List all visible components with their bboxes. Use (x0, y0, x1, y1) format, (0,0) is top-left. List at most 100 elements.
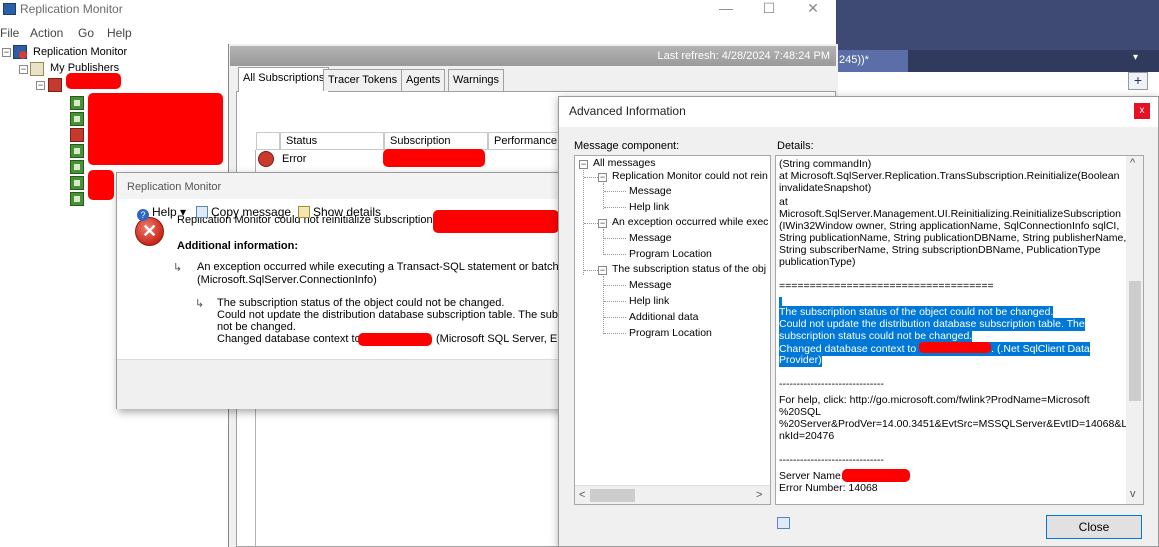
redacted-server-name (842, 469, 910, 482)
publication-icon (70, 160, 84, 174)
collapse-icon[interactable]: − (2, 48, 11, 57)
tree-item-help-link[interactable]: Help link (629, 201, 669, 213)
inner-error-line-3: not be changed. (217, 321, 296, 333)
menu-file[interactable]: File (0, 26, 19, 40)
tab-agents[interactable]: Agents (401, 69, 446, 91)
background-editor-titlebar (836, 0, 1159, 50)
redacted-subscription-name (383, 149, 485, 167)
details-line: invalidateSnapshot) (779, 182, 872, 194)
tab-warnings[interactable]: Warnings (448, 69, 505, 91)
menu-bar: File Action Go Help (0, 24, 836, 42)
chevron-down-icon[interactable]: ▾ (1133, 52, 1138, 63)
help-button[interactable]: ? Help ▾ (137, 205, 186, 221)
menu-action[interactable]: Action (30, 26, 63, 40)
tree-item-help-link[interactable]: Help link (629, 295, 669, 307)
selected-details-line: Provider) (779, 354, 822, 367)
changed-context-suffix: . (.Net SqlClient Data (991, 343, 1090, 355)
collapse-icon[interactable]: − (598, 219, 607, 228)
column-status[interactable]: Status (280, 132, 384, 150)
tree-item-message[interactable]: Message (629, 232, 672, 244)
tab-tracer-tokens[interactable]: Tracer Tokens (323, 69, 403, 91)
collapse-icon[interactable]: − (598, 266, 607, 275)
title-bar (0, 0, 836, 22)
menu-go[interactable]: Go (78, 26, 94, 40)
tree-item-message[interactable]: Message (629, 279, 672, 291)
scroll-left-icon[interactable]: < (579, 489, 585, 501)
details-label: Details: (777, 140, 814, 152)
background-editor-tab[interactable]: 245))* (836, 50, 908, 72)
details-icon (298, 206, 310, 218)
close-button[interactable]: Close (1046, 515, 1142, 539)
scroll-right-icon[interactable]: > (756, 489, 762, 501)
copy-icon[interactable] (777, 517, 790, 529)
tree-item-program-location[interactable]: Program Location (629, 327, 712, 339)
minimize-button[interactable]: — (716, 0, 736, 16)
grid-header-icon-col[interactable] (256, 132, 280, 150)
chevron-down-icon: ▾ (180, 205, 187, 219)
details-line: For help, click: http://go.microsoft.com… (779, 394, 1090, 406)
publication-icon (70, 144, 84, 158)
menu-help[interactable]: Help (107, 26, 132, 40)
collapse-icon[interactable]: − (19, 65, 28, 74)
publishers-folder-icon (30, 62, 44, 76)
tree-item-subscription-status[interactable]: The subscription status of the obj (612, 263, 766, 275)
tree-item-additional-data[interactable]: Additional data (629, 311, 698, 323)
tree-item-message[interactable]: Message (629, 185, 672, 197)
row-status[interactable]: Error (282, 153, 306, 165)
details-separator: ------------------------------ (779, 378, 884, 390)
publication-icon (70, 176, 84, 190)
split-plus-icon[interactable]: + (1128, 72, 1148, 90)
publication-icon (70, 192, 84, 206)
advanced-dialog-title: Advanced Information (569, 104, 686, 118)
advanced-information-dialog: Advanced Information x Message component… (558, 96, 1159, 547)
publication-icon (70, 96, 84, 110)
details-textbox[interactable]: (String commandIn) at Microsoft.SqlServe… (775, 155, 1144, 505)
close-icon[interactable]: x (1134, 103, 1150, 119)
arrow-icon: ↳ (195, 298, 205, 310)
selected-details-line: Changed database context to . (.Net SqlC… (779, 342, 1090, 356)
copy-icon (196, 206, 208, 218)
close-window-button[interactable]: ✕ (803, 0, 823, 17)
error-dialog-footer (117, 359, 563, 409)
copy-message-label: Copy message (211, 205, 292, 219)
publisher-error-icon (48, 78, 62, 92)
collapse-icon[interactable]: − (36, 81, 45, 90)
scroll-up-icon[interactable]: ^ (1130, 157, 1135, 169)
exception-line-1: An exception occurred while executing a … (197, 261, 562, 273)
inner-error-line-2: Could not update the distribution databa… (217, 309, 561, 321)
scroll-down-icon[interactable]: v (1130, 488, 1136, 500)
tree-item-program-location[interactable]: Program Location (629, 248, 712, 260)
background-editor-area (836, 72, 1159, 98)
message-component-tree[interactable]: − All messages − Replication Monitor cou… (574, 155, 771, 505)
copy-message-button[interactable]: Copy message (196, 205, 291, 219)
column-performance[interactable]: Performance (488, 132, 560, 150)
redacted-database-name (919, 342, 992, 353)
redacted-database-name (358, 333, 432, 346)
exception-line-2: (Microsoft.SqlServer.ConnectionInfo) (197, 274, 377, 286)
collapse-icon[interactable]: − (579, 160, 588, 169)
inner-error-line-4-suffix: (Microsoft SQL Server, Er (436, 333, 561, 345)
show-details-button[interactable]: Show details (298, 205, 381, 219)
tree-item-replication-monitor-error[interactable]: Replication Monitor could not rein (612, 170, 768, 182)
redacted-publication-names (88, 93, 223, 165)
scrollbar-thumb[interactable] (1129, 281, 1141, 401)
help-label: Help (152, 205, 177, 219)
details-line: nkId=20476 (779, 430, 835, 442)
message-component-label: Message component: (574, 140, 680, 152)
redacted-subscription-name (433, 210, 559, 233)
horizontal-scrollbar[interactable]: < > (575, 485, 770, 504)
show-details-label: Show details (313, 205, 382, 219)
maximize-button[interactable]: ☐ (759, 0, 779, 17)
column-subscription[interactable]: Subscription (384, 132, 488, 150)
redacted-publisher-name (66, 73, 121, 89)
tree-item-exception[interactable]: An exception occurred while exec (612, 216, 768, 228)
scrollbar-thumb[interactable] (590, 489, 635, 502)
tree-item-all-messages[interactable]: All messages (593, 157, 655, 169)
collapse-icon[interactable]: − (598, 173, 607, 182)
vertical-scrollbar[interactable]: ^ v (1126, 156, 1143, 504)
tree-root-label[interactable]: Replication Monitor (33, 46, 127, 58)
inner-error-line-1: The subscription status of the object co… (217, 297, 505, 309)
details-line: Error Number: 14068 (779, 482, 878, 494)
tab-all-subscriptions[interactable]: All Subscriptions (238, 67, 330, 92)
error-dialog-title: Replication Monitor (127, 181, 222, 193)
